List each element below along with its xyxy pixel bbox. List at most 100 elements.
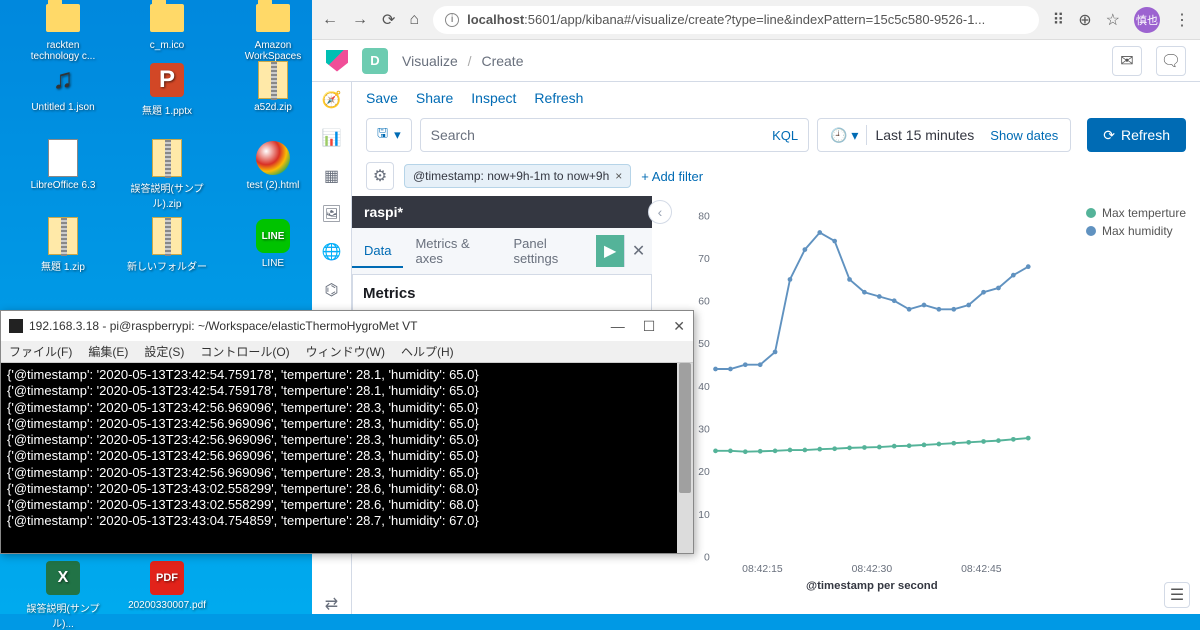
- filter-pill-label: @timestamp: now+9h-1m to now+9h: [413, 169, 609, 183]
- terminal-menu-item[interactable]: コントロール(O): [200, 343, 289, 360]
- avatar[interactable]: 慎也: [1134, 7, 1160, 33]
- reload-icon[interactable]: ⟳: [382, 10, 395, 30]
- rail-maps-icon[interactable]: 🌐: [322, 242, 342, 262]
- collapse-panel-icon[interactable]: ‹: [648, 200, 672, 224]
- newsfeed-icon[interactable]: 🗨: [1156, 46, 1186, 76]
- rail-visualize-icon[interactable]: 📊: [322, 128, 342, 148]
- desktop-icon[interactable]: a52d.zip: [228, 62, 318, 113]
- breadcrumb-visualize[interactable]: Visualize: [402, 53, 458, 69]
- terminal-menu-item[interactable]: 設定(S): [144, 343, 184, 360]
- translate-icon[interactable]: ⠿: [1053, 10, 1065, 30]
- svg-text:80: 80: [698, 211, 710, 222]
- chart-panel: ‹ Max temperture Max humidity 0102030405…: [652, 196, 1200, 614]
- svg-text:0: 0: [704, 552, 710, 563]
- search-input[interactable]: Search KQL: [420, 118, 809, 152]
- refresh-link[interactable]: Refresh: [534, 90, 583, 106]
- terminal-body[interactable]: {'@timestamp': '2020-05-13T23:42:54.7591…: [1, 363, 693, 553]
- breadcrumb: Visualize / Create: [402, 53, 523, 69]
- kql-toggle[interactable]: KQL: [772, 128, 798, 143]
- save-button[interactable]: Save: [366, 90, 398, 106]
- url-path: :5601/app/kibana#/visualize/create?type=…: [524, 12, 985, 27]
- time-range-label: Last 15 minutes: [875, 127, 974, 143]
- maximize-button[interactable]: ☐: [643, 318, 656, 335]
- scrollbar[interactable]: [677, 363, 693, 553]
- rail-ml-icon[interactable]: ⌬: [322, 280, 342, 300]
- time-picker[interactable]: 🕘 ▾ Last 15 minutes Show dates: [817, 118, 1071, 152]
- saved-query-button[interactable]: 🖫 ▾: [366, 118, 412, 152]
- tab-data[interactable]: Data: [352, 235, 403, 268]
- breadcrumb-create: Create: [481, 53, 523, 69]
- metrics-heading: Metrics: [363, 285, 641, 302]
- show-dates-link[interactable]: Show dates: [990, 128, 1058, 143]
- svg-text:08:42:30: 08:42:30: [852, 564, 893, 575]
- legend-item[interactable]: Max temperture: [1086, 206, 1186, 220]
- home-icon[interactable]: ⌂: [409, 11, 419, 29]
- desktop-icon[interactable]: c_m.ico: [122, 0, 212, 51]
- refresh-button[interactable]: ⟳ Refresh: [1087, 118, 1186, 152]
- desktop-icon[interactable]: PDF20200330007.pdf: [122, 560, 212, 611]
- desktop-icon[interactable]: Amazon WorkSpaces: [228, 0, 318, 62]
- terminal-menu-item[interactable]: ヘルプ(H): [401, 343, 454, 360]
- svg-text:60: 60: [698, 297, 710, 308]
- desktop-icon[interactable]: rackten technology c...: [18, 0, 108, 62]
- svg-text:70: 70: [698, 254, 710, 265]
- desktop-icon[interactable]: test (2).html: [228, 140, 318, 191]
- rail-collapse-icon[interactable]: ⇄: [322, 594, 342, 614]
- terminal-menu-item[interactable]: 編集(E): [88, 343, 128, 360]
- desktop-icon[interactable]: 誤答説明(サンプル).zip: [122, 140, 212, 210]
- line-chart: 0102030405060708008:42:1508:42:3008:42:4…: [658, 206, 1190, 604]
- scrollbar-thumb[interactable]: [679, 363, 691, 493]
- url-input[interactable]: i localhost:5601/app/kibana#/visualize/c…: [433, 6, 1038, 34]
- add-filter-button[interactable]: + Add filter: [641, 169, 703, 184]
- close-button[interactable]: ✕: [673, 318, 685, 335]
- rail-canvas-icon[interactable]: 🖼: [322, 204, 342, 224]
- desktop-icon[interactable]: P無題 1.pptx: [122, 62, 212, 117]
- kibana-logo-icon[interactable]: [326, 50, 348, 72]
- filter-remove-icon[interactable]: ×: [615, 169, 622, 183]
- filter-pill[interactable]: @timestamp: now+9h-1m to now+9h ×: [404, 164, 631, 188]
- tab-metrics-axes[interactable]: Metrics & axes: [403, 228, 501, 274]
- desktop-icon[interactable]: 新しいフォルダー: [122, 218, 212, 273]
- space-selector[interactable]: D: [362, 48, 388, 74]
- chart-legend: Max temperture Max humidity: [1086, 206, 1186, 242]
- zoom-icon[interactable]: ⊕: [1078, 10, 1091, 30]
- index-pattern-title[interactable]: raspi*: [352, 196, 652, 228]
- forward-icon[interactable]: →: [352, 11, 368, 29]
- tab-panel-settings[interactable]: Panel settings: [501, 228, 596, 274]
- svg-text:40: 40: [698, 382, 710, 393]
- rail-dashboard-icon[interactable]: ▦: [322, 166, 342, 186]
- desktop-icon[interactable]: X誤答説明(サンプル)...: [18, 560, 108, 630]
- menu-icon[interactable]: ⋮: [1174, 10, 1190, 30]
- terminal-title: 192.168.3.18 - pi@raspberrypi: ~/Workspa…: [29, 319, 417, 333]
- terminal-menu-item[interactable]: ファイル(F): [9, 343, 72, 360]
- svg-text:08:42:15: 08:42:15: [742, 564, 783, 575]
- site-info-icon[interactable]: i: [445, 13, 459, 27]
- svg-text:08:42:45: 08:42:45: [961, 564, 1002, 575]
- clock-icon: 🕘 ▾: [830, 127, 858, 144]
- rail-discover-icon[interactable]: 🧭: [322, 90, 342, 110]
- desktop-icon[interactable]: LINELINE: [228, 218, 318, 269]
- bookmark-icon[interactable]: ☆: [1106, 10, 1120, 30]
- desktop-icon[interactable]: LibreOffice 6.3: [18, 140, 108, 191]
- feedback-icon[interactable]: ✉: [1112, 46, 1142, 76]
- address-bar: ← → ⟳ ⌂ i localhost:5601/app/kibana#/vis…: [312, 0, 1200, 40]
- search-placeholder: Search: [431, 127, 475, 143]
- kibana-header: D Visualize / Create ✉ 🗨: [312, 40, 1200, 82]
- share-button[interactable]: Share: [416, 90, 453, 106]
- filter-menu-button[interactable]: ⚙: [366, 162, 394, 190]
- back-icon[interactable]: ←: [322, 11, 338, 29]
- discard-button[interactable]: ✕: [624, 235, 652, 267]
- svg-text:@timestamp per second: @timestamp per second: [806, 580, 938, 592]
- desktop-icon[interactable]: 無題 1.zip: [18, 218, 108, 273]
- svg-text:30: 30: [698, 424, 710, 435]
- minimize-button[interactable]: —: [611, 318, 625, 335]
- apply-button[interactable]: ▶: [596, 235, 624, 267]
- terminal-titlebar[interactable]: 192.168.3.18 - pi@raspberrypi: ~/Workspa…: [1, 311, 693, 341]
- legend-toggle-icon[interactable]: ☰: [1164, 582, 1190, 608]
- url-host: localhost: [467, 12, 524, 27]
- inspect-button[interactable]: Inspect: [471, 90, 516, 106]
- legend-item[interactable]: Max humidity: [1086, 224, 1186, 238]
- terminal-menu-item[interactable]: ウィンドウ(W): [306, 343, 385, 360]
- desktop-icon[interactable]: ♫Untitled 1.json: [18, 62, 108, 113]
- action-toolbar: Save Share Inspect Refresh: [352, 82, 1200, 114]
